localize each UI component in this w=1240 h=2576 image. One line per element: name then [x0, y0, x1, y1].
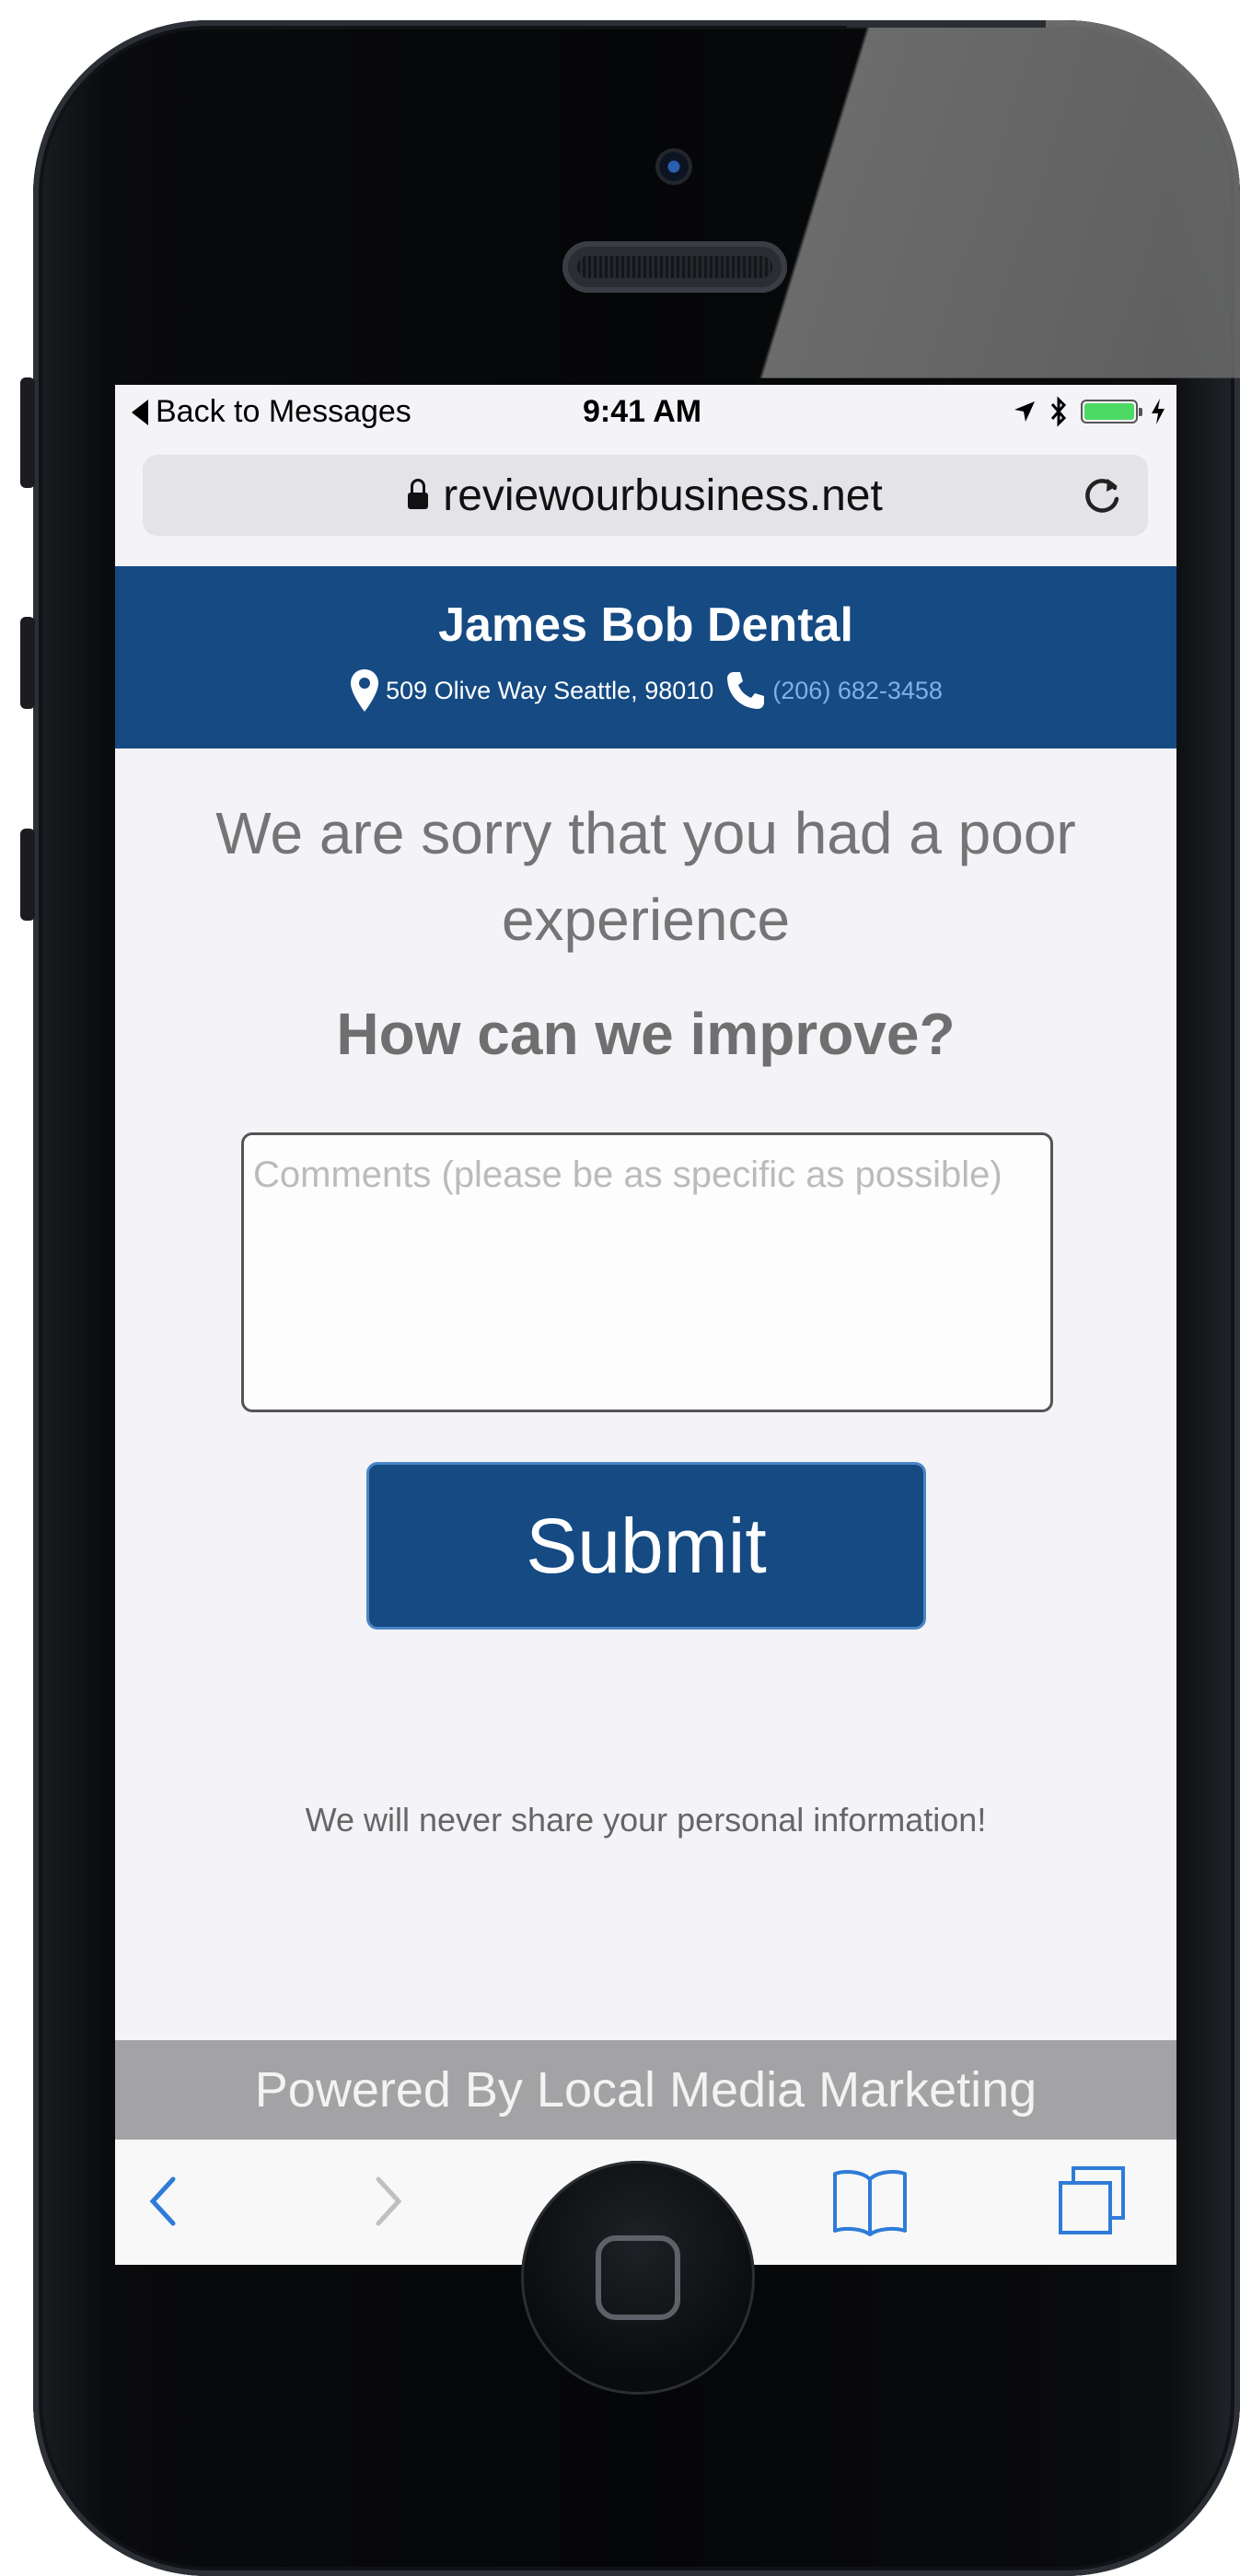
- map-pin-icon: [351, 669, 379, 712]
- business-header: James Bob Dental 509 Olive Way Seattle, …: [115, 566, 1176, 748]
- phone-icon: [727, 672, 765, 709]
- volume-up-button: [20, 617, 35, 709]
- front-camera: [655, 148, 692, 185]
- status-icons: [1013, 396, 1165, 427]
- improve-heading: How can we improve?: [336, 1001, 956, 1067]
- address-bar[interactable]: reviewourbusiness.net: [143, 455, 1148, 536]
- bookmarks-button[interactable]: [829, 2160, 911, 2243]
- clock: 9:41 AM: [583, 394, 702, 429]
- back-triangle-icon: [132, 399, 148, 425]
- powered-by-footer: Powered By Local Media Marketing: [115, 2040, 1176, 2140]
- status-bar: Back to Messages 9:41 AM: [115, 385, 1176, 440]
- phone-screen: Back to Messages 9:41 AM reviewourbusine…: [115, 385, 1176, 2265]
- url-text: reviewourbusiness.net: [443, 470, 883, 520]
- tabs-icon: [1059, 2166, 1125, 2234]
- forward-icon: [376, 2176, 402, 2226]
- tabs-button[interactable]: [1050, 2160, 1133, 2243]
- charging-bolt-icon: [1152, 399, 1165, 424]
- comments-textarea[interactable]: [241, 1132, 1053, 1412]
- reload-icon[interactable]: [1074, 468, 1130, 523]
- browser-forward-button[interactable]: [346, 2160, 429, 2243]
- apology-headline: We are sorry that you had a poor experie…: [215, 800, 1076, 953]
- business-phone-link[interactable]: (206) 682-3458: [772, 677, 943, 705]
- volume-down-button: [20, 829, 35, 921]
- privacy-note: We will never share your personal inform…: [305, 1801, 987, 1839]
- submit-button[interactable]: Submit: [366, 1462, 926, 1630]
- back-icon: [149, 2176, 176, 2226]
- home-square-icon: [596, 2235, 680, 2320]
- bluetooth-icon: [1050, 396, 1067, 427]
- lock-icon: [408, 479, 429, 509]
- battery-icon: [1081, 400, 1142, 424]
- home-button[interactable]: [521, 2161, 755, 2395]
- business-contact: 509 Olive Way Seattle, 98010 (206) 682-3…: [115, 667, 1176, 714]
- back-to-messages-link[interactable]: Back to Messages: [132, 394, 411, 430]
- bookmarks-icon: [833, 2170, 907, 2236]
- business-address: 509 Olive Way Seattle, 98010: [386, 676, 714, 704]
- phone-frame: Back to Messages 9:41 AM reviewourbusine…: [33, 20, 1240, 2576]
- location-arrow-icon: [1014, 401, 1035, 422]
- earpiece-speaker: [562, 241, 787, 293]
- sleep-button: [847, 20, 1046, 28]
- back-to-messages-label: Back to Messages: [156, 394, 411, 429]
- business-name: James Bob Dental: [438, 598, 853, 652]
- mute-switch: [20, 377, 35, 488]
- browser-back-button[interactable]: [122, 2160, 205, 2243]
